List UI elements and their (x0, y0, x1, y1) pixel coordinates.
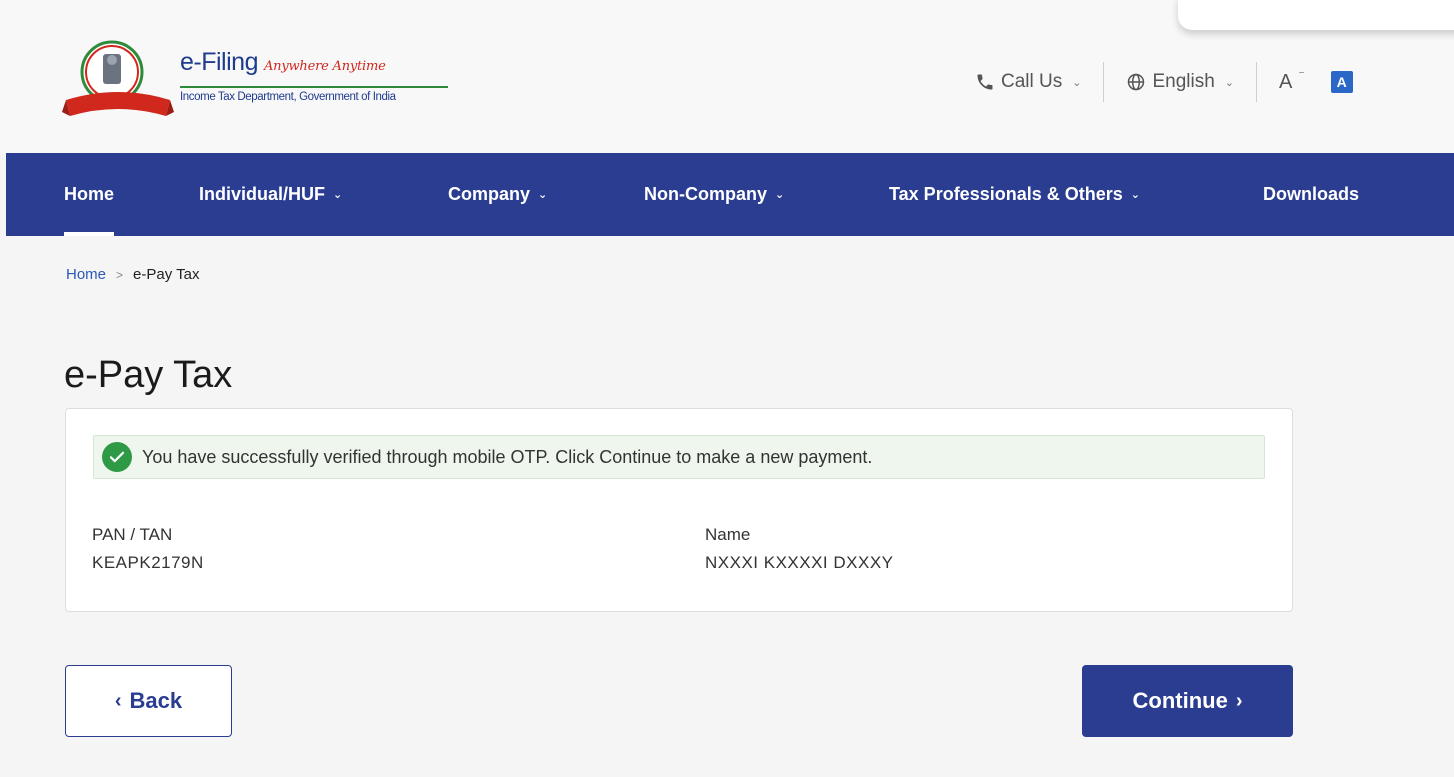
pan-field: PAN / TAN KEAPK2179N (92, 521, 204, 577)
accessibility-badge[interactable]: A (1330, 71, 1353, 93)
language-dropdown[interactable]: English ⌄ (1126, 71, 1234, 93)
continue-label: Continue (1132, 688, 1228, 713)
font-decrease-mark: ⁻ (1298, 67, 1305, 81)
check-circle-icon (102, 442, 132, 472)
nav-label: Home (64, 184, 115, 204)
nav-item-non-company[interactable]: Non-Company ⌄ (644, 153, 784, 236)
name-field: Name NXXXI KXXXXI DXXXY (705, 521, 894, 577)
chevron-down-icon: ⌄ (775, 189, 785, 201)
brand-subtitle: Income Tax Department, Government of Ind… (180, 91, 396, 103)
chevron-right-icon: > (116, 267, 124, 282)
active-indicator (64, 232, 115, 236)
name-label: Name (705, 525, 751, 544)
font-size-icon: A (1279, 70, 1293, 93)
page-title: e-Pay Tax (64, 354, 233, 396)
continue-button[interactable]: Continue › (1082, 665, 1293, 737)
name-value: NXXXI KXXXXI DXXXY (705, 553, 894, 572)
brand-tagline: Anywhere Anytime (263, 59, 386, 74)
verification-card: You have successfully verified through m… (65, 408, 1293, 612)
nav-label: Tax Professionals & Others (889, 184, 1123, 204)
nav-item-downloads[interactable]: Downloads (1263, 153, 1359, 236)
main-nav: Home Individual/HUF ⌄ Company ⌄ Non-Comp… (6, 153, 1454, 236)
nav-item-individual-huf[interactable]: Individual/HUF ⌄ (199, 153, 342, 236)
nav-label: Non-Company (644, 184, 767, 204)
dropdown-panel-edge (1178, 0, 1454, 30)
language-label: English (1152, 71, 1215, 92)
brand-name: e-Filing (180, 48, 258, 76)
brand-title: e-Filing Anywhere Anytime (180, 48, 386, 77)
nav-item-company[interactable]: Company ⌄ (448, 153, 547, 236)
chevron-down-icon: ⌄ (538, 189, 548, 201)
pan-value: KEAPK2179N (92, 553, 204, 572)
font-size-toggle[interactable]: A ⁻ (1279, 67, 1305, 94)
top-header: e-Filing Anywhere Anytime Income Tax Depa… (0, 0, 1454, 153)
site-logo[interactable]: e-Filing Anywhere Anytime Income Tax Depa… (62, 38, 462, 122)
pan-label: PAN / TAN (92, 525, 173, 544)
nav-item-home[interactable]: Home (64, 153, 115, 236)
nav-label: Company (448, 184, 531, 204)
nav-label: Downloads (1263, 184, 1360, 204)
brand-divider (180, 86, 448, 88)
header-actions: Call Us ⌄ English ⌄ A ⁻ A (975, 62, 1353, 102)
chevron-right-icon: › (1235, 689, 1243, 712)
nav-item-tax-professionals[interactable]: Tax Professionals & Others ⌄ (889, 153, 1140, 236)
nav-label: Individual/HUF (199, 184, 325, 204)
breadcrumb-current: e-Pay Tax (133, 266, 200, 283)
chevron-down-icon: ⌄ (1130, 189, 1140, 201)
breadcrumb: Home > e-Pay Tax (66, 266, 199, 283)
success-alert: You have successfully verified through m… (93, 435, 1265, 479)
chevron-left-icon: ‹ (114, 689, 122, 712)
success-message: You have successfully verified through m… (142, 446, 873, 467)
chevron-down-icon: ⌄ (1072, 76, 1082, 89)
chevron-down-icon: ⌄ (1224, 76, 1234, 89)
divider (1103, 62, 1105, 102)
chevron-down-icon: ⌄ (333, 189, 343, 201)
call-us-label: Call Us (1001, 71, 1063, 92)
call-us-dropdown[interactable]: Call Us ⌄ (975, 71, 1081, 93)
back-label: Back (129, 688, 183, 713)
phone-icon (977, 74, 993, 90)
back-button[interactable]: ‹ Back (65, 665, 232, 737)
checkmark-icon (109, 451, 125, 463)
divider (1256, 62, 1257, 102)
breadcrumb-home-link[interactable]: Home (66, 266, 106, 283)
emblem-logo-icon (62, 40, 174, 116)
globe-icon (1128, 73, 1145, 91)
